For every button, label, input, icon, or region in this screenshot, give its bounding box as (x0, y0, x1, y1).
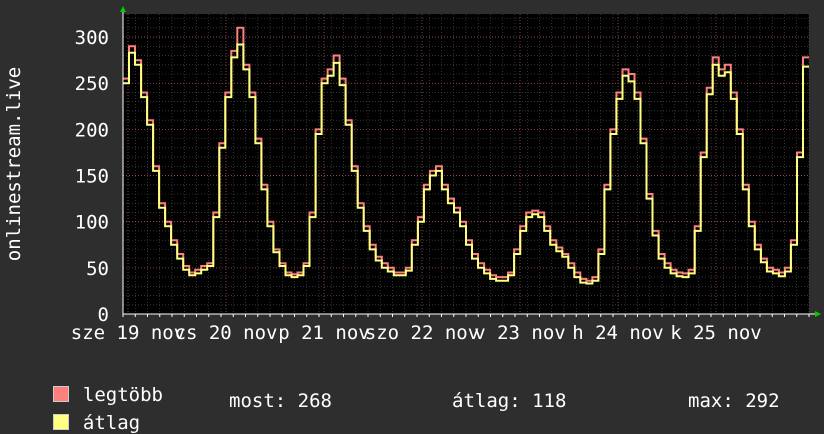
legend-label-avg: átlag (82, 412, 141, 434)
x-axis-arrow (815, 311, 821, 317)
y-axis-arrow (120, 6, 126, 12)
y-axis-label: onlinestream.live (3, 67, 25, 261)
y-tick-label: 250 (75, 73, 109, 95)
x-tick-label: cs 20 nov (175, 322, 278, 344)
y-tick-label: 150 (75, 166, 109, 188)
stat-max: max: 292 (688, 390, 780, 412)
x-tick-label: k 25 nov (670, 322, 762, 344)
y-tick-label: 100 (75, 212, 109, 234)
legend-item-avg: átlag (30, 390, 140, 434)
y-tick-label: 50 (86, 258, 109, 280)
y-tick-label: 200 (75, 119, 109, 141)
legend-swatch-avg (52, 414, 69, 430)
stat-avg: átlag: 118 (452, 390, 567, 412)
x-tick-label: szo 22 nov (365, 322, 479, 344)
y-tick-label: 300 (75, 27, 109, 49)
x-tick-label: p 21 nov (278, 322, 370, 344)
stat-now: most: 268 (229, 390, 332, 412)
x-tick-label: h 24 nov (572, 322, 664, 344)
x-tick-label: sze 19 nov (71, 322, 185, 344)
x-tick-label: v 23 nov (474, 322, 566, 344)
